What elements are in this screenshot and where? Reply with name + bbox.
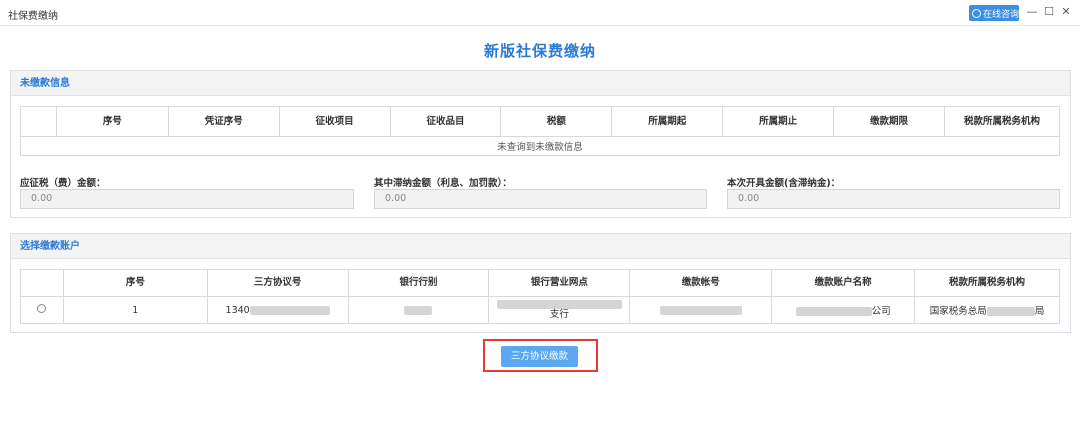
- unpaid-col-voucher: 凭证序号: [167, 106, 280, 137]
- account-col-branch: 银行营业网点: [488, 269, 631, 297]
- unpaid-info-panel: 未缴款信息 序号 凭证序号 征收项目 征收品目 税额 所属期起 所属期止 缴款期…: [10, 70, 1071, 218]
- account-col-agreement: 三方协议号: [206, 269, 349, 297]
- unpaid-col-subitem: 征收品目: [389, 106, 502, 137]
- unpaid-table: 序号 凭证序号 征收项目 征收品目 税额 所属期起 所属期止 缴款期限 税款所属…: [20, 106, 1061, 156]
- account-row-index: 1: [62, 296, 208, 324]
- window-title: 社保费缴纳: [8, 11, 58, 22]
- account-row-agreement: 1340: [206, 296, 349, 324]
- tax-org-prefix: 国家税务总局: [929, 306, 987, 317]
- branch-suffix: 支行: [549, 309, 569, 320]
- redacted-bank: [404, 305, 433, 315]
- unpaid-info-heading: 未缴款信息: [11, 71, 1070, 96]
- unpaid-col-tax: 税额: [500, 106, 613, 137]
- issue-amount-label: 本次开具金额(含滞纳金)：: [727, 178, 841, 189]
- unpaid-col-tax-org: 税款所属税务机构: [943, 106, 1061, 137]
- table-row[interactable]: 1 1340 支行 公司 国家税务总局 局: [20, 296, 1060, 324]
- unpaid-col-item: 征收项目: [278, 106, 391, 137]
- account-col-index: 序号: [62, 269, 208, 297]
- unpaid-col-index: 序号: [55, 106, 169, 137]
- redacted-account-no: [659, 305, 742, 315]
- account-row-branch: 支行: [488, 296, 631, 324]
- unpaid-table-header: 序号 凭证序号 征收项目 征收品目 税额 所属期起 所属期止 缴款期限 税款所属…: [20, 106, 1061, 137]
- online-consult-label: 在线咨询: [983, 9, 1020, 20]
- account-row-tax-org: 国家税务总局 局: [914, 296, 1060, 324]
- account-col-tax-org: 税款所属税务机构: [914, 269, 1060, 297]
- tripartite-pay-button[interactable]: 三方协议缴款: [501, 346, 578, 367]
- account-table: 序号 三方协议号 银行行别 银行营业网点 缴款帐号 缴款账户名称 税款所属税务机…: [20, 269, 1060, 324]
- account-heading: 选择缴款账户: [11, 234, 1070, 259]
- account-col-account-no: 缴款帐号: [629, 269, 773, 297]
- online-consult-button[interactable]: 在线咨询: [969, 5, 1019, 21]
- minimize-icon[interactable]: —: [1025, 5, 1039, 19]
- account-name-suffix: 公司: [871, 306, 891, 317]
- account-row-account-name: 公司: [771, 296, 916, 324]
- account-col-account-name: 缴款账户名称: [771, 269, 916, 297]
- tax-org-suffix: 局: [1034, 306, 1045, 317]
- redacted-account-name: [795, 307, 872, 316]
- agreement-number-prefix: 1340: [225, 304, 250, 316]
- redacted-tax-org: [986, 307, 1035, 316]
- account-table-header: 序号 三方协议号 银行行别 银行营业网点 缴款帐号 缴款账户名称 税款所属税务机…: [20, 269, 1060, 297]
- account-row-select[interactable]: [20, 296, 64, 324]
- headset-icon: [972, 8, 981, 18]
- unpaid-col-deadline: 缴款期限: [833, 106, 945, 137]
- maximize-icon[interactable]: ☐: [1042, 5, 1056, 19]
- redacted-agreement: [249, 305, 330, 315]
- page-title: 新版社保费缴纳: [483, 42, 596, 60]
- account-row-bank: [347, 296, 490, 324]
- radio-button[interactable]: [37, 304, 47, 313]
- account-col-select: [20, 269, 64, 297]
- close-icon[interactable]: ✕: [1059, 5, 1073, 19]
- unpaid-col-period-end: 所属期止: [722, 106, 835, 137]
- redacted-branch: [496, 300, 622, 309]
- window-titlebar: 社保费缴纳 在线咨询 — ☐ ✕: [0, 0, 1080, 26]
- issue-amount-field[interactable]: 0.00: [727, 189, 1060, 209]
- unpaid-col-blank: [20, 106, 57, 137]
- payable-amount-field[interactable]: 0.00: [20, 189, 354, 209]
- account-col-bank: 银行行别: [347, 269, 490, 297]
- payable-amount-label: 应征税（费）金额：: [20, 178, 106, 189]
- account-panel: 选择缴款账户 序号 三方协议号 银行行别 银行营业网点 缴款帐号 缴款账户名称 …: [10, 233, 1071, 333]
- late-fee-field[interactable]: 0.00: [374, 189, 707, 209]
- account-row-account-no: [629, 296, 773, 324]
- unpaid-col-period-start: 所属期起: [611, 106, 724, 137]
- late-fee-label: 其中滞纳金额（利息、加罚款）：: [374, 178, 512, 189]
- unpaid-empty-text: 未查询到未缴款信息: [20, 136, 1060, 156]
